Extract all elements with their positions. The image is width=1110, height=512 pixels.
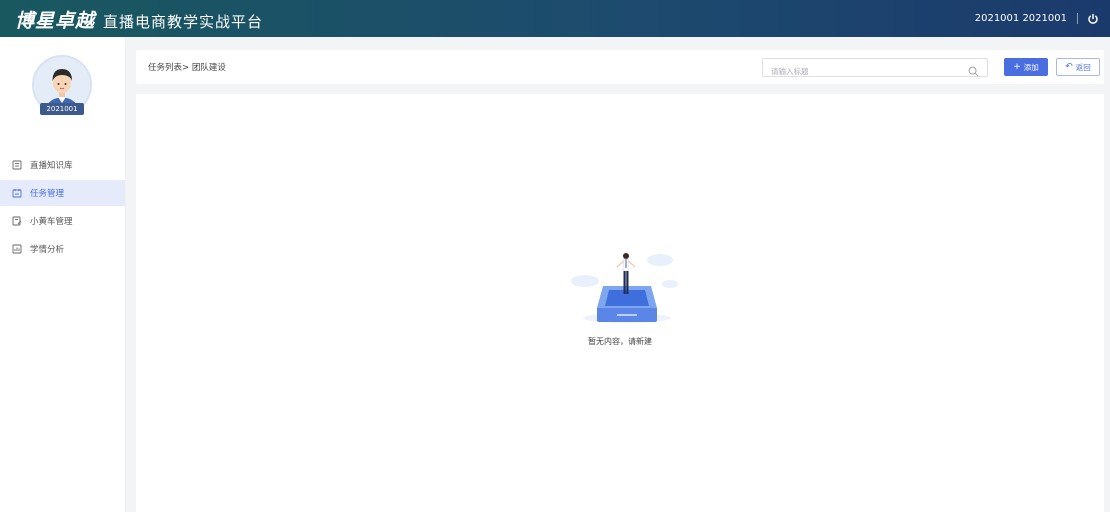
user-area: 2021001 2021001 <box>975 0 1100 37</box>
undo-icon: ↶ <box>1065 62 1073 72</box>
platform-title: 直播电商教学实战平台 <box>103 13 264 31</box>
task-icon <box>12 188 22 198</box>
sidebar-item-knowledge-base[interactable]: 直播知识库 <box>0 152 125 178</box>
sidebar-item-label: 学情分析 <box>30 245 65 255</box>
sidebar-item-cart-management[interactable]: 小黄车管理 <box>0 208 125 234</box>
sidebar-item-task-management[interactable]: 任务管理 <box>0 180 125 206</box>
back-button-label: 返回 <box>1075 62 1091 72</box>
search-box <box>762 58 988 80</box>
search-input[interactable] <box>763 63 969 80</box>
brand-logo: 博星卓越 <box>15 10 96 32</box>
content-panel: 暂无内容，请新建 <box>136 94 1104 512</box>
empty-state-illustration <box>565 246 685 326</box>
sidebar-item-label: 直播知识库 <box>30 161 73 171</box>
toolbar: 任务列表> 团队建设 + 添加 ↶ 返回 <box>136 50 1104 84</box>
cart-edit-icon <box>12 216 22 226</box>
user-separator <box>1077 13 1078 24</box>
empty-state-message: 暂无内容，请新建 <box>588 337 652 346</box>
book-icon <box>12 160 22 170</box>
avatar-label: 2021001 <box>40 103 84 115</box>
sidebar-menu: 直播知识库 任务管理 小黄车管理 学情分析 <box>0 152 125 264</box>
user-name[interactable]: 2021001 2021001 <box>975 13 1067 24</box>
avatar[interactable]: 2021001 <box>32 55 92 115</box>
chart-doc-icon <box>12 244 22 254</box>
search-icon[interactable] <box>968 62 979 77</box>
plus-icon: + <box>1013 62 1021 72</box>
sidebar-item-learning-analysis[interactable]: 学情分析 <box>0 236 125 262</box>
back-button[interactable]: ↶ 返回 <box>1056 58 1100 76</box>
power-icon[interactable] <box>1086 12 1100 26</box>
sidebar-item-label: 任务管理 <box>30 189 65 199</box>
add-button-label: 添加 <box>1023 62 1039 72</box>
top-bar: 博星卓越 直播电商教学实战平台 2021001 2021001 <box>0 0 1110 37</box>
sidebar-item-label: 小黄车管理 <box>30 217 73 227</box>
brand: 博星卓越 直播电商教学实战平台 <box>15 6 263 33</box>
add-button[interactable]: + 添加 <box>1004 58 1048 76</box>
sidebar: 2021001 直播知识库 任务管理 小黄车管理 学情分析 <box>0 37 126 512</box>
breadcrumb[interactable]: 任务列表> 团队建设 <box>148 61 226 73</box>
